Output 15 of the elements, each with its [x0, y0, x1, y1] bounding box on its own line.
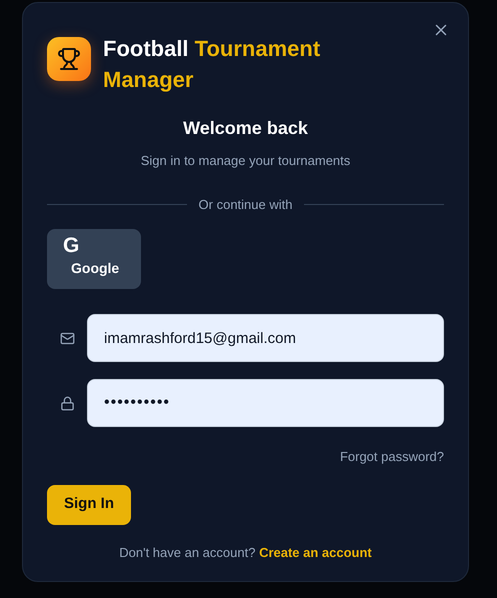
lock-icon [60, 396, 74, 410]
trophy-icon [57, 47, 81, 71]
welcome-heading: Welcome back [182, 117, 309, 140]
mail-icon [60, 330, 74, 346]
divider-label: Or continue with [198, 196, 292, 214]
google-button[interactable]: G Google [47, 229, 141, 289]
google-icon: G [63, 234, 80, 258]
password-field[interactable]: •••••••••• [87, 379, 444, 427]
signup-prompt: Don't have an account? [119, 544, 256, 560]
forgot-password-link[interactable]: Forgot password? [340, 447, 444, 466]
create-account-link[interactable]: Create an account [259, 544, 372, 560]
app-title: Football Tournament Manager [103, 35, 322, 94]
email-field[interactable]: imamrashford15@gmail.com [87, 314, 444, 362]
subheading: Sign in to manage your tournaments [140, 152, 352, 170]
sign-in-button[interactable]: Sign In [47, 484, 131, 524]
